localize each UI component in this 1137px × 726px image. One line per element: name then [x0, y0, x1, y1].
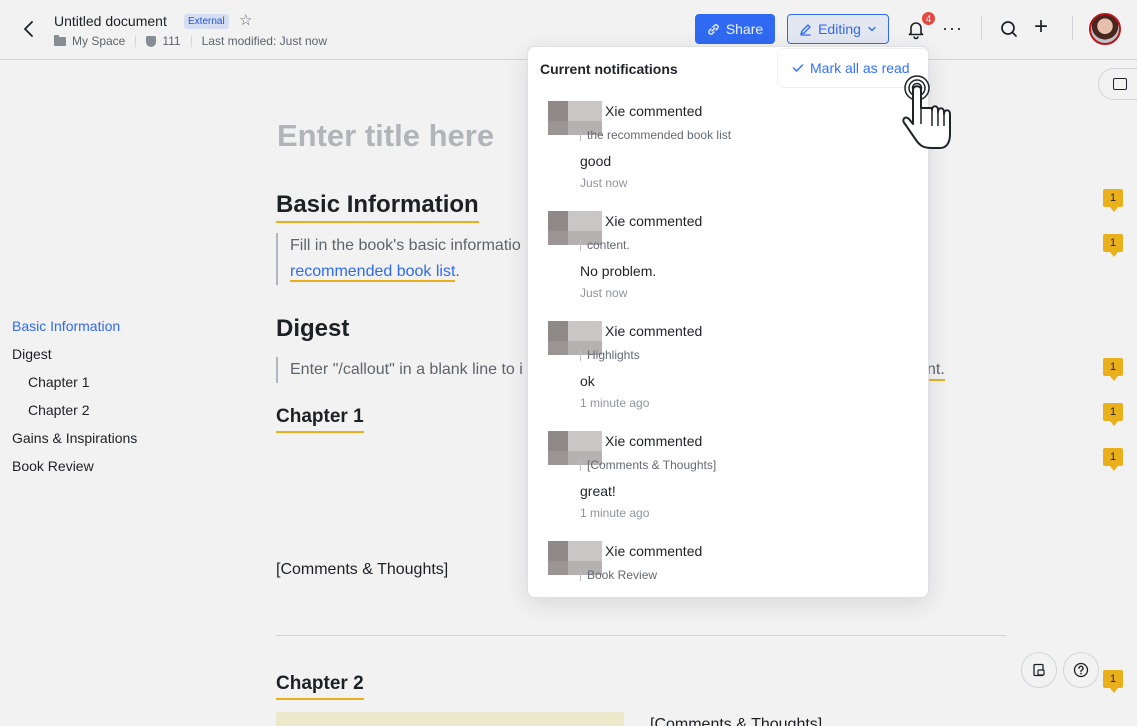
notification-panel: Current notifications Mark all as read X… [527, 46, 929, 598]
notification-reference: [Comments & Thoughts] [580, 459, 716, 471]
notification-item[interactable]: Xie commented the recommended book list … [528, 93, 928, 203]
notification-message: great! [580, 483, 616, 499]
notification-item[interactable]: Xie commented content. No problem. Just … [528, 203, 928, 313]
notification-author: Xie commented [605, 543, 703, 559]
check-icon [792, 64, 804, 72]
notification-reference: content. [580, 239, 630, 251]
notification-time: 1 minute ago [580, 506, 650, 520]
panel-title: Current notifications [540, 61, 678, 77]
notification-author: Xie commented [605, 103, 703, 119]
hand-cursor-icon [902, 75, 951, 149]
notification-time: Just now [580, 176, 628, 190]
notification-author: Xie commented [605, 433, 703, 449]
notification-item[interactable]: Xie commented Highlights ok 1 minute ago [528, 313, 928, 423]
notification-item[interactable]: Xie commented [Comments & Thoughts] grea… [528, 423, 928, 533]
notification-message: ok [580, 373, 595, 389]
notification-author: Xie commented [605, 213, 703, 229]
notification-message: good [580, 153, 612, 169]
notification-reference: the recommended book list [580, 129, 731, 141]
notification-time: Just now [580, 286, 628, 300]
notification-message: No problem. [580, 263, 657, 279]
mark-all-read-label: Mark all as read [810, 60, 910, 76]
notification-reference: Book Review [580, 569, 657, 581]
notification-author: Xie commented [605, 323, 703, 339]
notification-reference: Highlights [580, 349, 640, 361]
notification-time: 1 minute ago [580, 396, 650, 410]
notification-item[interactable]: Xie commented Book Review [528, 533, 928, 597]
